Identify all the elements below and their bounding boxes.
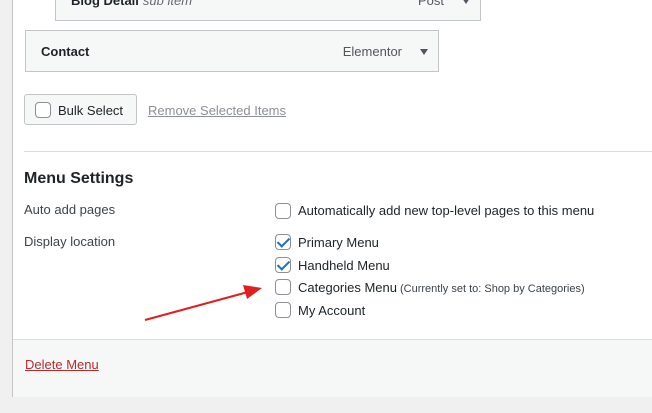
auto-add-pages-label: Auto add pages bbox=[24, 202, 116, 217]
section-divider bbox=[24, 151, 652, 152]
my-account-label: My Account bbox=[298, 303, 366, 318]
handheld-menu-label: Handheld Menu bbox=[298, 258, 390, 273]
chevron-down-icon[interactable] bbox=[420, 49, 428, 55]
handheld-menu-checkbox[interactable] bbox=[275, 257, 291, 273]
my-account-checkbox[interactable] bbox=[275, 302, 291, 318]
chevron-down-icon[interactable] bbox=[462, 0, 470, 4]
categories-menu-current-note: (Currently set to: Shop by Categories) bbox=[400, 283, 585, 295]
remove-selected-items-link[interactable]: Remove Selected Items bbox=[148, 103, 286, 118]
categories-menu-label-text: Categories Menu bbox=[298, 280, 397, 295]
menu-edit-panel: Blog Detail sub item Post Contact Element… bbox=[12, 0, 652, 397]
auto-add-pages-option-label: Automatically add new top-level pages to… bbox=[298, 203, 595, 218]
menu-item-sub-label: sub item bbox=[142, 0, 193, 8]
menu-footer: Delete Menu bbox=[13, 339, 652, 397]
delete-menu-link[interactable]: Delete Menu bbox=[25, 357, 99, 372]
auto-add-pages-checkbox[interactable] bbox=[275, 203, 291, 219]
menu-item-type: Elementor bbox=[342, 44, 402, 59]
primary-menu-label: Primary Menu bbox=[298, 235, 379, 250]
menu-item-title: Blog Detail sub item bbox=[71, 0, 192, 8]
categories-menu-label: Categories Menu (Currently set to: Shop b… bbox=[298, 280, 585, 295]
menu-item-blog-detail[interactable]: Blog Detail sub item Post bbox=[55, 0, 481, 21]
categories-menu-checkbox[interactable] bbox=[275, 279, 291, 295]
bulk-select-button[interactable]: Bulk Select bbox=[24, 94, 137, 125]
menu-item-title: Contact bbox=[41, 44, 90, 59]
bulk-select-label: Bulk Select bbox=[58, 103, 124, 118]
display-location-label: Display location bbox=[24, 234, 116, 249]
menu-settings-title: Menu Settings bbox=[24, 170, 134, 187]
menu-item-title-text: Blog Detail bbox=[71, 0, 139, 8]
menu-item-contact[interactable]: Contact Elementor bbox=[25, 30, 439, 72]
bulk-select-checkbox[interactable] bbox=[35, 102, 51, 118]
primary-menu-checkbox[interactable] bbox=[275, 234, 291, 250]
menu-item-type: Post bbox=[417, 0, 444, 8]
